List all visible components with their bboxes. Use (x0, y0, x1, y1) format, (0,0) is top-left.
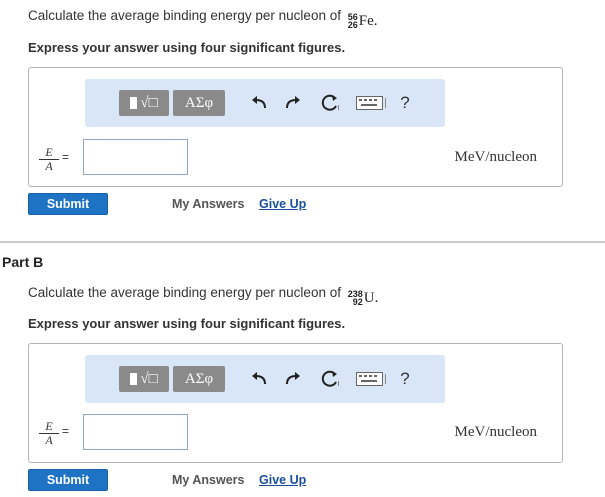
part-b-instruction: Express your answer using four significa… (28, 316, 346, 331)
part-a-templates-label: √□ (140, 94, 158, 111)
part-b-period: . (374, 289, 379, 306)
part-b-help-icon[interactable]: ? (395, 369, 415, 389)
part-b-equals-sign: = (62, 424, 70, 438)
part-a-atomic-number: 26 (347, 20, 358, 30)
part-b-lhs-fraction: E A (39, 420, 59, 447)
part-b-my-answers-link[interactable]: My Answers (172, 473, 244, 487)
part-a-denominator: A (45, 159, 53, 173)
part-a-unit-label: MeV/nucleon (454, 149, 537, 165)
section-divider (0, 241, 605, 243)
part-b-unit-label: MeV/nucleon (454, 424, 537, 440)
part-a-instruction: Express your answer using four significa… (28, 40, 346, 55)
part-b-title: Part B (2, 254, 44, 270)
part-b-atomic-number: 92 (352, 297, 363, 307)
part-b-answer-box: √□ ΑΣφ ? E A = MeV/nucleon (28, 343, 563, 463)
part-a-period: . (373, 12, 378, 29)
part-b-reset-icon[interactable] (321, 369, 341, 389)
part-a-answer-input[interactable] (83, 139, 188, 175)
part-a-element-symbol: Fe (358, 12, 374, 29)
part-a-equals-sign: = (62, 150, 70, 164)
part-a-redo-icon[interactable] (283, 93, 303, 113)
part-b-element-symbol: U (363, 289, 375, 306)
part-a-prompt: Calculate the average binding energy per… (28, 8, 378, 30)
part-b-numerator: E (39, 420, 59, 434)
part-b-equation-toolbar: √□ ΑΣφ ? (85, 355, 445, 403)
part-b-redo-icon[interactable] (283, 369, 303, 389)
part-a-help-icon[interactable]: ? (395, 93, 415, 113)
part-a-give-up-link[interactable]: Give Up (259, 197, 306, 211)
part-a-templates-button[interactable]: √□ (119, 90, 169, 116)
part-a-lhs-fraction: E A (39, 146, 59, 173)
part-b-nuclide: 238 92 U. (348, 290, 379, 307)
part-a-submit-button[interactable]: Submit (28, 193, 108, 215)
part-b-prompt: Calculate the average binding energy per… (28, 285, 378, 307)
part-b-prompt-text: Calculate the average binding energy per… (28, 285, 341, 300)
part-b-answer-input[interactable] (83, 414, 188, 450)
part-a-numerator: E (39, 146, 59, 160)
part-b-submit-button[interactable]: Submit (28, 469, 108, 491)
part-b-templates-button[interactable]: √□ (119, 366, 169, 392)
part-b-undo-icon[interactable] (249, 369, 269, 389)
part-b-keyboard-icon[interactable] (355, 369, 389, 389)
part-b-denominator: A (45, 433, 53, 447)
part-a-my-answers-link[interactable]: My Answers (172, 197, 244, 211)
part-b-greek-button[interactable]: ΑΣφ (173, 366, 225, 392)
part-a-keyboard-icon[interactable] (355, 93, 389, 113)
part-a-answer-box: √□ ΑΣφ ? E A = MeV/nucleon (28, 67, 563, 187)
part-b-templates-label: √□ (140, 370, 158, 387)
part-a-greek-button[interactable]: ΑΣφ (173, 90, 225, 116)
part-a-prompt-text: Calculate the average binding energy per… (28, 8, 341, 23)
part-a-nuclide: 56 26 Fe. (348, 13, 378, 30)
part-b-give-up-link[interactable]: Give Up (259, 473, 306, 487)
part-a-undo-icon[interactable] (249, 93, 269, 113)
part-a-equation-toolbar: √□ ΑΣφ ? (85, 79, 445, 127)
part-a-reset-icon[interactable] (321, 93, 341, 113)
